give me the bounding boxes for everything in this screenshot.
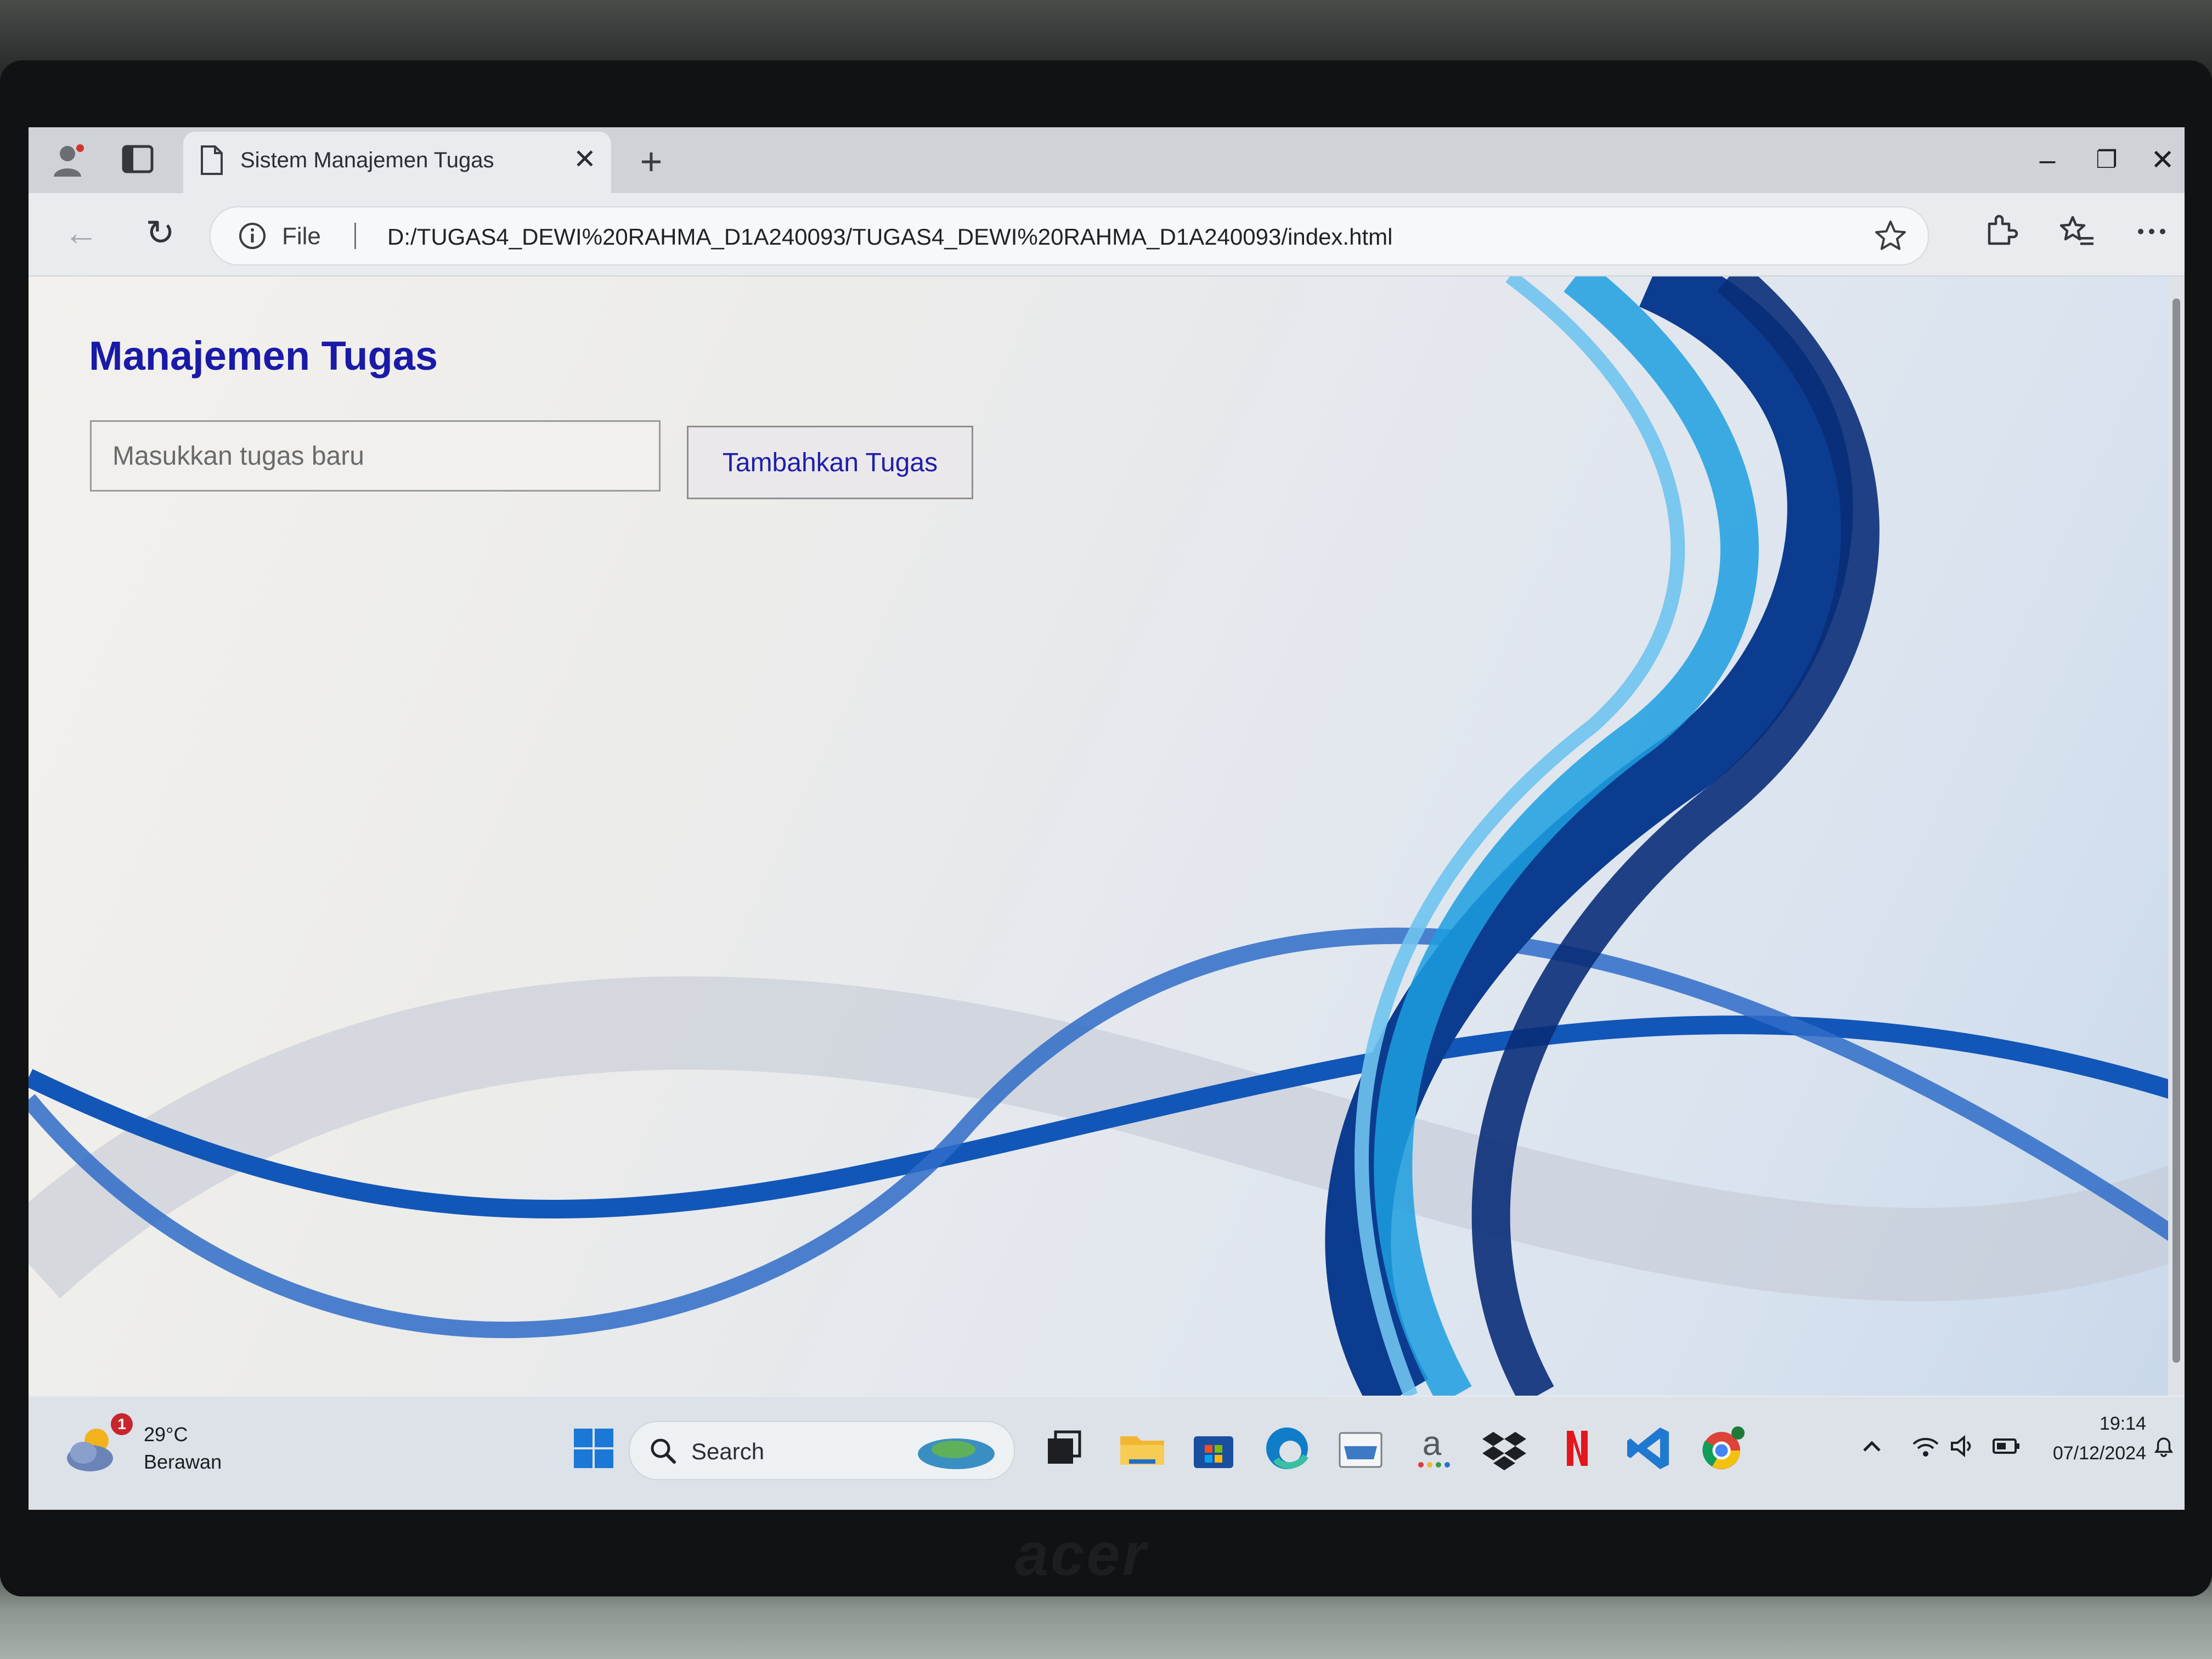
favorite-star-icon[interactable] <box>1873 218 1908 253</box>
file-explorer-icon[interactable] <box>1115 1421 1170 1476</box>
taskbar-search[interactable]: Search <box>629 1421 1015 1480</box>
address-separator <box>354 223 356 249</box>
search-icon <box>651 1438 676 1464</box>
wifi-icon[interactable] <box>1909 1430 1942 1463</box>
search-label: Search <box>691 1438 765 1464</box>
svg-text:a: a <box>1423 1425 1442 1463</box>
window-close-button[interactable]: ✕ <box>2141 138 2185 182</box>
browser-toolbar: ← ↻ File D:/TUGAS4_DEWI%20RAHMA_D1A24009… <box>29 193 2185 276</box>
task-view-icon[interactable] <box>1036 1421 1091 1476</box>
tab-active[interactable]: Sistem Manajemen Tugas ✕ <box>183 132 611 193</box>
profile-icon[interactable] <box>49 142 88 180</box>
tab-close-icon[interactable]: ✕ <box>567 142 602 177</box>
favorites-icon[interactable] <box>2058 213 2096 250</box>
laptop-brand-logo: acer <box>1015 1521 1148 1588</box>
volume-icon[interactable] <box>1946 1430 1979 1463</box>
more-options-icon[interactable] <box>2133 213 2170 250</box>
weather-condition: Berawan <box>144 1451 222 1473</box>
page-icon <box>201 145 223 175</box>
windows-start-icon[interactable] <box>566 1421 621 1476</box>
microsoft-store-icon[interactable] <box>1186 1421 1241 1476</box>
new-tab-button[interactable]: + <box>632 142 670 182</box>
windows-taskbar: 1 29°C Berawan Search a 19:14 07/12/2024 <box>29 1397 2185 1510</box>
restore-button[interactable]: ❐ <box>2085 138 2129 182</box>
scheme-label: File <box>282 223 321 250</box>
amazon-shopping-icon[interactable] <box>1333 1421 1388 1476</box>
chevron-up-icon[interactable] <box>1855 1430 1888 1463</box>
page-scrollbar[interactable] <box>2168 276 2185 1396</box>
back-button[interactable]: ← <box>59 211 103 255</box>
amazon-app-icon[interactable]: a <box>1404 1421 1459 1476</box>
info-icon[interactable] <box>238 222 267 250</box>
weather-temperature: 29°C <box>144 1423 188 1446</box>
extensions-icon[interactable] <box>1982 213 2019 250</box>
netflix-icon[interactable] <box>1549 1421 1604 1476</box>
page-content: Manajemen Tugas Tambahkan Tugas <box>29 276 2185 1396</box>
tab-title: Sistem Manajemen Tugas <box>240 148 494 172</box>
edge-browser-icon[interactable] <box>1260 1421 1314 1476</box>
chrome-icon[interactable] <box>1694 1421 1749 1476</box>
sidebar-toggle-icon[interactable] <box>122 145 154 173</box>
clock-time[interactable]: 19:14 <box>2025 1413 2146 1435</box>
page-title: Manajemen Tugas <box>89 333 438 379</box>
reload-button[interactable]: ↻ <box>138 211 182 255</box>
weather-alert-badge: 1 <box>111 1413 133 1435</box>
scrollbar-thumb[interactable] <box>2172 298 2180 1363</box>
add-task-button[interactable]: Tambahkan Tugas <box>687 426 973 499</box>
search-highlight-icon <box>918 1438 995 1469</box>
task-input[interactable] <box>90 420 661 492</box>
laptop-screen: Sistem Manajemen Tugas ✕ + – ❐ ✕ ← ↻ Fil… <box>29 127 2185 1510</box>
minimize-button[interactable]: – <box>2025 138 2069 182</box>
clock-date[interactable]: 07/12/2024 <box>1982 1443 2146 1464</box>
address-bar[interactable]: File D:/TUGAS4_DEWI%20RAHMA_D1A240093/TU… <box>210 206 1929 266</box>
url-text[interactable]: D:/TUGAS4_DEWI%20RAHMA_D1A240093/TUGAS4_… <box>387 224 1392 250</box>
browser-tab-bar: Sistem Manajemen Tugas ✕ + – ❐ ✕ <box>29 127 2185 193</box>
vscode-icon[interactable] <box>1622 1421 1677 1476</box>
notification-bell-icon[interactable] <box>2149 1432 2178 1460</box>
dropbox-icon[interactable] <box>1477 1421 1532 1476</box>
